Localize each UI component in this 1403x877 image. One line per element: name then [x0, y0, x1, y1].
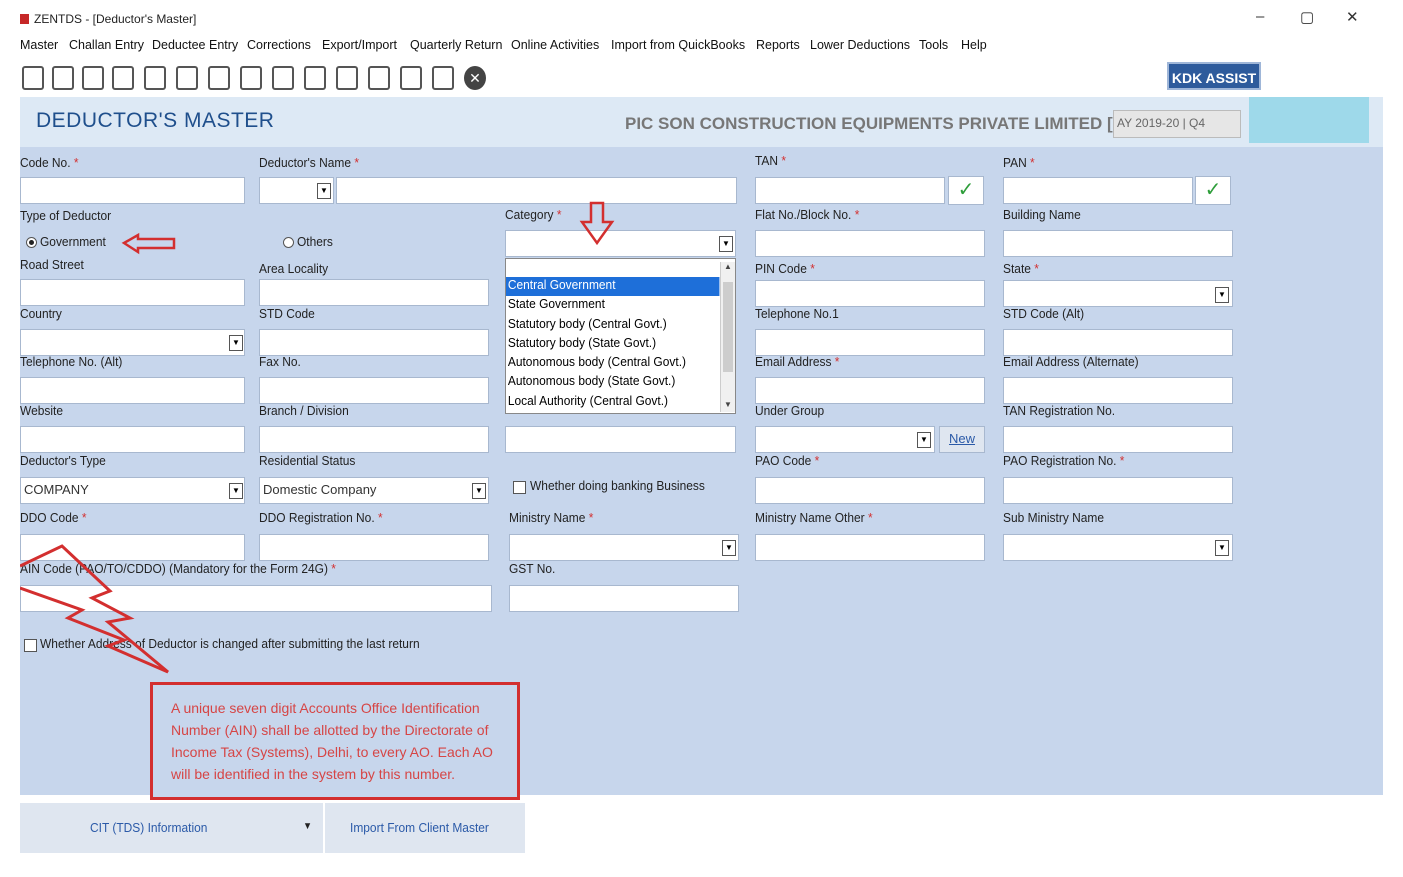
bottom-panel: CIT (TDS) Information ▼ Import From Clie… — [20, 801, 1383, 864]
cit-tds-label[interactable]: CIT (TDS) Information — [90, 820, 207, 835]
down-arrow-annotation — [579, 201, 615, 246]
import-client-master-button[interactable]: Import From Client Master — [325, 803, 525, 853]
import-client-master-label[interactable]: Import From Client Master — [350, 820, 489, 835]
left-arrow-annotation — [121, 232, 176, 255]
annotation-overlay — [20, 201, 615, 674]
chevron-down-icon[interactable]: ▼ — [303, 821, 312, 832]
lightning-annotation — [20, 544, 169, 674]
app-window: ZENTDS - [Deductor's Master] – ▢ ✕ Maste… — [20, 6, 1383, 864]
cit-tds-panel[interactable]: CIT (TDS) Information ▼ — [20, 803, 323, 853]
